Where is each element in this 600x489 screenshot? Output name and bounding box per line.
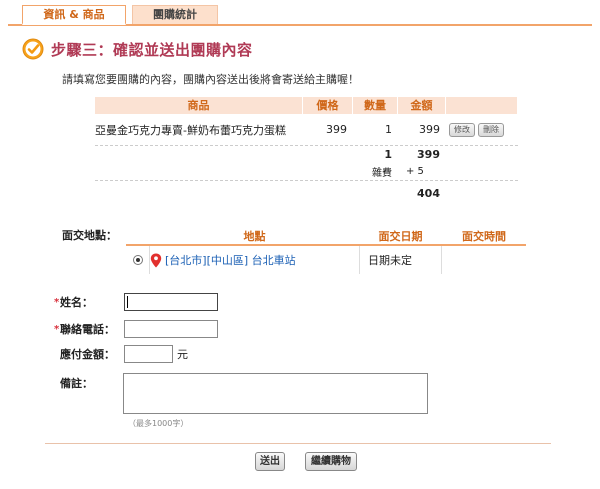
fee-label: 雜費 bbox=[372, 168, 392, 179]
table-row: [台北市][中山區] 台北車站 日期未定 bbox=[126, 246, 526, 274]
row-divider bbox=[441, 246, 442, 274]
header-amount: 金額 bbox=[398, 97, 446, 114]
edit-button[interactable]: 修改 bbox=[449, 123, 475, 137]
submit-button[interactable]: 送出 bbox=[255, 452, 285, 471]
header-actions bbox=[446, 97, 518, 114]
meet-table-header: 地點 面交日期 面交時間 bbox=[126, 227, 526, 246]
total-row: 404 bbox=[95, 181, 518, 205]
product-table-header: 商品 價格 數量 金額 bbox=[95, 97, 518, 114]
phone-label: 聯絡電話： bbox=[60, 323, 115, 336]
phone-row: * 聯絡電話： bbox=[54, 320, 218, 338]
name-row: * 姓名： bbox=[54, 293, 218, 311]
subtotal-row: 1 399 bbox=[95, 146, 518, 163]
location-cell: [台北市][中山區] 台北車站 bbox=[150, 252, 359, 268]
fee-row: 雜費 + 5 bbox=[95, 163, 518, 181]
note-label: 備註： bbox=[60, 377, 93, 390]
fee-value: + 5 bbox=[406, 166, 424, 177]
location-radio[interactable] bbox=[132, 255, 143, 265]
subtotal-amount: 399 bbox=[417, 148, 440, 161]
tab-bar: 資訊 & 商品 團購統計 bbox=[0, 0, 600, 26]
payment-label: 應付金額： bbox=[60, 348, 115, 361]
header-meet-date: 面交日期 bbox=[359, 227, 441, 244]
delete-button[interactable]: 刪除 bbox=[478, 123, 504, 137]
name-label: 姓名： bbox=[60, 296, 93, 309]
meet-location-label: 面交地點： bbox=[62, 229, 117, 242]
step-heading: 步驟三：確認並送出團購內容 bbox=[22, 37, 253, 61]
meet-table: 地點 面交日期 面交時間 [台北市][中山區] 台北車站 日期未定 bbox=[126, 227, 526, 274]
divider bbox=[45, 443, 551, 444]
table-row: 亞曼金巧克力專賣-鮮奶布蕾巧克力蛋糕 399 1 399 修改 刪除 bbox=[95, 114, 518, 146]
payment-row: 應付金額： 元 bbox=[54, 345, 188, 363]
map-pin-icon bbox=[150, 253, 162, 267]
product-name: 亞曼金巧克力專賣-鮮奶布蕾巧克力蛋糕 bbox=[95, 123, 286, 137]
header-qty: 數量 bbox=[353, 97, 398, 114]
note-hint: （最多1000字） bbox=[128, 419, 189, 428]
product-actions: 修改 刪除 bbox=[446, 122, 518, 137]
note-textarea[interactable] bbox=[123, 373, 428, 414]
payment-unit: 元 bbox=[177, 348, 188, 361]
product-price: 399 bbox=[326, 123, 347, 136]
instruction-text: 請填寫您要團購的內容，團購內容送出後將會寄送給主購喔！ bbox=[62, 73, 359, 86]
subtotal-qty: 1 bbox=[384, 148, 392, 161]
location-link[interactable]: [台北市][中山區] 台北車站 bbox=[165, 252, 296, 268]
product-qty: 1 bbox=[385, 123, 392, 136]
header-location: 地點 bbox=[149, 227, 359, 244]
tab-group-stats[interactable]: 團購統計 bbox=[132, 5, 218, 25]
product-amount: 399 bbox=[419, 123, 440, 136]
continue-shopping-button[interactable]: 繼續購物 bbox=[305, 452, 357, 471]
product-table: 商品 價格 數量 金額 亞曼金巧克力專賣-鮮奶布蕾巧克力蛋糕 399 1 399… bbox=[95, 97, 518, 205]
step-title: 步驟三：確認並送出團購內容 bbox=[51, 40, 253, 59]
check-circle-icon bbox=[22, 38, 44, 60]
note-row: 備註： bbox=[54, 375, 124, 391]
total-amount: 404 bbox=[417, 186, 440, 200]
header-price: 價格 bbox=[303, 97, 353, 114]
meet-date: 日期未定 bbox=[368, 254, 412, 267]
tab-info-products[interactable]: 資訊 & 商品 bbox=[22, 5, 126, 25]
name-input[interactable] bbox=[124, 293, 218, 311]
phone-input[interactable] bbox=[124, 320, 218, 338]
payment-input[interactable] bbox=[124, 345, 173, 363]
header-meet-time: 面交時間 bbox=[441, 227, 526, 244]
header-product: 商品 bbox=[95, 97, 303, 114]
